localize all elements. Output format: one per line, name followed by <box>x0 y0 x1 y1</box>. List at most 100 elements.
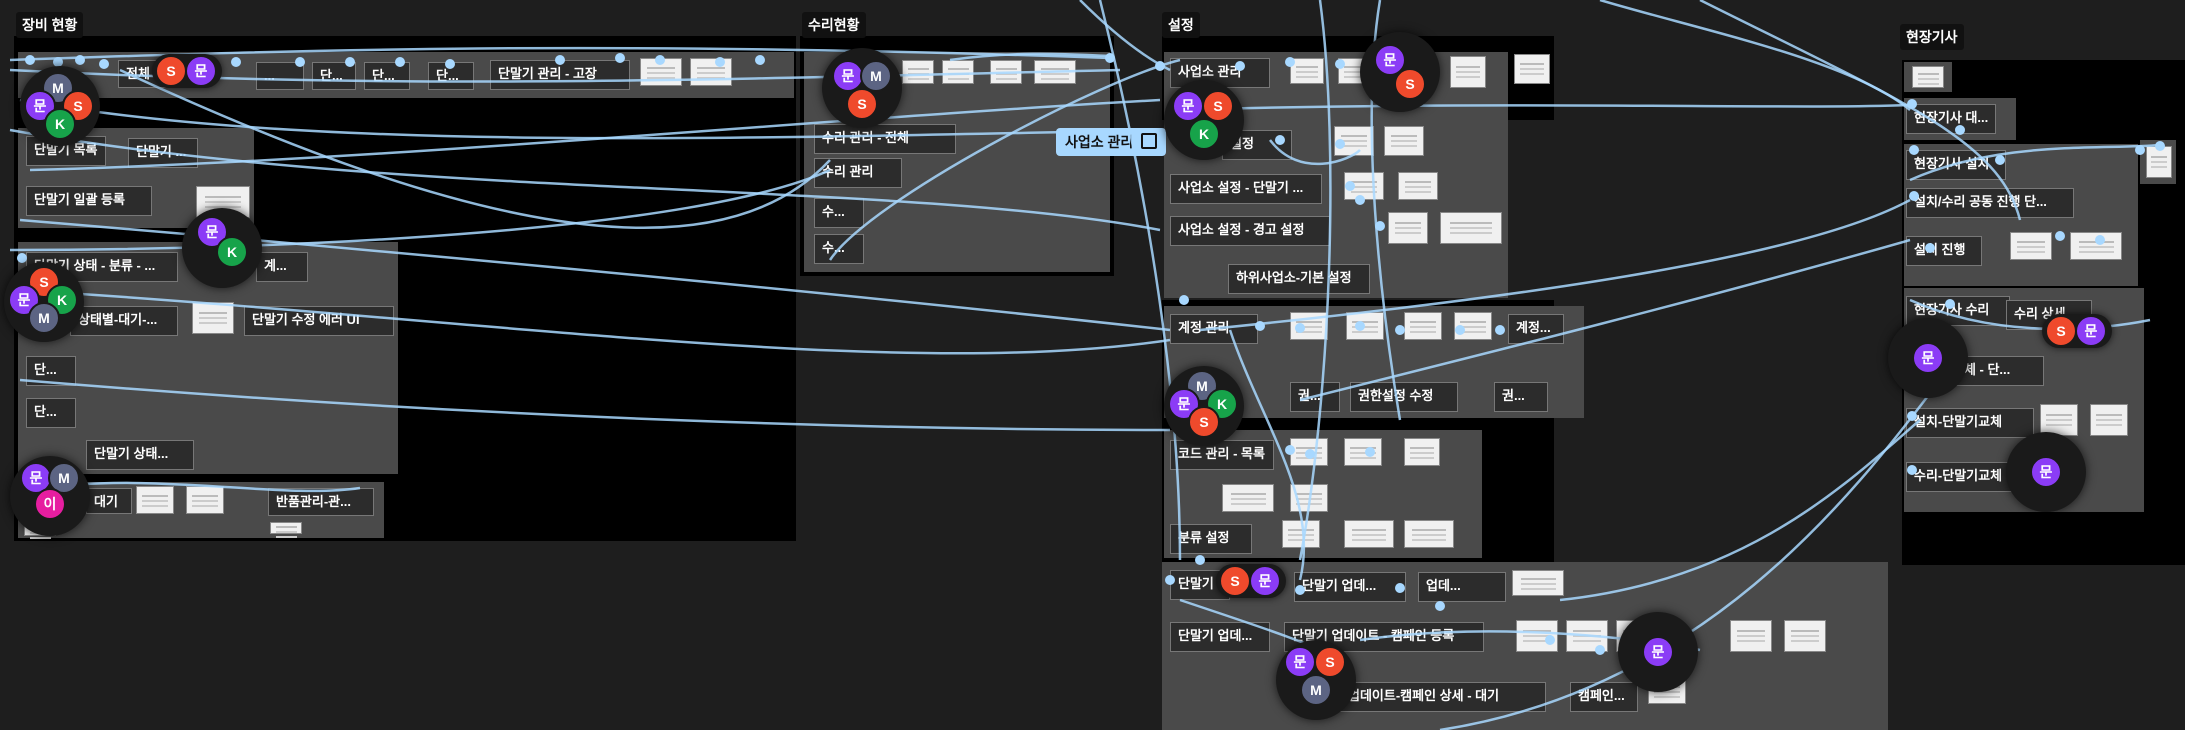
frame-repair-s2[interactable]: 수... <box>814 234 864 264</box>
frame-eq-2[interactable]: ... <box>256 62 304 90</box>
section-title-equipment[interactable]: 장비 현황 <box>16 12 84 38</box>
chip-biz-mgmt[interactable]: 사업소 관리 <box>1056 128 1167 156</box>
thumbnail[interactable] <box>1784 620 1826 652</box>
section-title-settings[interactable]: 설정 <box>1162 12 1200 38</box>
thumbnail[interactable] <box>1516 620 1558 652</box>
frame-repair-s1[interactable]: 수... <box>814 198 864 228</box>
section-title-repair[interactable]: 수리현황 <box>802 12 866 38</box>
avatar-cluster-eq-1[interactable]: M 문 S K <box>20 66 100 146</box>
avatar-cluster-settings-4[interactable]: 문 S M <box>1276 640 1356 720</box>
frame-eq-small-2[interactable]: 단... <box>26 398 76 428</box>
thumbnail[interactable] <box>1384 126 1424 156</box>
frame-settings-perm[interactable]: 권... <box>1290 382 1340 412</box>
frame-field-tech[interactable]: 현장기사 대... <box>1906 104 1996 134</box>
avatar-cluster-settings-2[interactable]: 문 S <box>1360 32 1440 112</box>
avatar-cluster-field-1[interactable]: 문 <box>1888 318 1968 398</box>
frame-eq-wait[interactable]: 대기 <box>86 488 132 514</box>
thumbnail[interactable] <box>1512 570 1564 596</box>
thumbnail[interactable] <box>942 60 974 84</box>
thumbnail[interactable] <box>1912 66 1944 88</box>
thumbnail[interactable] <box>1344 172 1384 200</box>
avatar-pill-field[interactable]: S 문 <box>2042 314 2112 348</box>
thumbnail[interactable] <box>1398 172 1438 200</box>
thumbnail[interactable] <box>270 522 302 534</box>
frame-eq-term[interactable]: 단말기 ... <box>128 138 198 168</box>
thumbnail[interactable] <box>192 302 234 334</box>
frame-settings-code[interactable]: 코드 관리 - 목록 <box>1170 440 1274 470</box>
frame-settings-perm-edit[interactable]: 권한설정 수정 <box>1350 382 1458 412</box>
thumbnail[interactable] <box>2070 232 2122 260</box>
thumbnail[interactable] <box>902 60 934 84</box>
frame-field-install-ing[interactable]: 설치 진행 <box>1906 236 1982 266</box>
frame-field-progress[interactable]: 설치/수리 공동 진행 단... <box>1906 188 2074 218</box>
frame-settings-upd-a[interactable]: 단말기 업데... <box>1294 572 1406 602</box>
thumbnail[interactable] <box>640 58 682 86</box>
thumbnail[interactable] <box>2010 232 2052 260</box>
thumbnail[interactable] <box>1730 620 1772 652</box>
thumbnail[interactable] <box>1222 484 1274 512</box>
frame-eq-3[interactable]: 단... <box>312 62 356 90</box>
thumbnail[interactable] <box>1404 520 1454 548</box>
thumbnail[interactable] <box>2090 404 2128 436</box>
frame-settings-sub-biz[interactable]: 하위사업소-기본 설정 <box>1228 264 1370 294</box>
thumbnail[interactable] <box>1034 60 1076 84</box>
design-canvas[interactable]: 장비 현황 수리현황 설정 현장기사 전체 ... 단... 단... 단...… <box>0 0 2185 730</box>
avatar-cluster-eq-2[interactable]: 문 K <box>182 208 262 288</box>
thumbnail[interactable] <box>1388 212 1428 244</box>
thumbnail[interactable] <box>1290 58 1324 84</box>
frame-repair-mgmt[interactable]: 수리 관리 <box>814 158 902 188</box>
thumbnail[interactable] <box>136 486 174 514</box>
frame-settings-class[interactable]: 분류 설정 <box>1170 524 1252 554</box>
thumbnail[interactable] <box>990 60 1022 84</box>
frame-eq-small-1[interactable]: 단... <box>26 356 76 386</box>
frame-eq-return[interactable]: 반품관리-관... <box>268 488 374 516</box>
thumbnail[interactable] <box>1514 54 1550 84</box>
avatar-pill-eq-top[interactable]: S 문 <box>152 54 222 88</box>
frame-settings-upd-b[interactable]: 업데... <box>1418 572 1506 602</box>
frame-repair-all[interactable]: 수리 관리 - 전체 <box>814 124 956 154</box>
frame-settings-perm2[interactable]: 권... <box>1494 382 1548 412</box>
thumbnail[interactable] <box>1440 212 1502 244</box>
frame-eq-4[interactable]: 단... <box>364 62 410 90</box>
frame-eq-status-2[interactable]: 단말기 상태... <box>86 440 194 470</box>
thumbnail[interactable] <box>690 58 732 86</box>
avatar-cluster-settings-5[interactable]: 문 <box>1618 612 1698 692</box>
avatar-cluster-settings-1[interactable]: 문 S K <box>1164 80 1244 160</box>
thumbnail[interactable] <box>1404 438 1440 466</box>
thumbnail[interactable] <box>1404 312 1442 340</box>
frame-settings-campaign[interactable]: 캠페인... <box>1570 682 1638 712</box>
avatar-cluster-eq-3[interactable]: S 문 K M <box>4 262 84 342</box>
frame-eq-ing[interactable]: 계... <box>256 252 308 282</box>
thumbnail[interactable] <box>1282 520 1320 548</box>
thumbnail[interactable] <box>1290 438 1328 466</box>
thumbnail[interactable] <box>1334 126 1374 156</box>
frame-eq-mgmt-broken[interactable]: 단말기 관리 - 고장 <box>490 60 630 90</box>
frame-field-replace-b[interactable]: 설치-단말기교체 <box>1906 408 2034 438</box>
avatar-cluster-field-2[interactable]: 문 <box>2006 432 2086 512</box>
frame-settings-biz-term[interactable]: 사업소 설정 - 단말기 ... <box>1170 174 1322 204</box>
avatar-cluster-eq-4[interactable]: 문 M 이 <box>10 456 90 536</box>
frame-eq-5[interactable]: 단... <box>428 62 474 90</box>
frame-settings-biz-warn[interactable]: 사업소 설정 - 경고 설정 <box>1170 216 1330 246</box>
frame-eq-bulk[interactable]: 단말기 일괄 등록 <box>26 186 152 216</box>
thumbnail[interactable] <box>1346 312 1384 340</box>
avatar-pill-settings[interactable]: S 문 <box>1216 564 1286 598</box>
thumbnail[interactable] <box>1450 56 1486 88</box>
frame-field-install[interactable]: 현장기사 설치 <box>1906 150 2006 180</box>
frame-settings-term-upd2[interactable]: 단말기 업데... <box>1170 622 1270 652</box>
thumbnail[interactable] <box>1344 438 1382 466</box>
frame-eq-status-wait[interactable]: 상태별-대기-... <box>70 306 178 336</box>
avatar-cluster-repair[interactable]: 문 M S <box>822 48 902 128</box>
frame-settings-campaign-wait[interactable]: 업데이트-캠페인 상세 - 대기 <box>1340 682 1546 712</box>
thumbnail[interactable] <box>2146 146 2172 178</box>
frame-settings-acct2[interactable]: 계정... <box>1508 314 1564 344</box>
thumbnail[interactable] <box>1566 620 1608 652</box>
thumbnail[interactable] <box>186 486 224 514</box>
frame-settings-acct[interactable]: 계정 관리 <box>1170 314 1258 344</box>
thumbnail[interactable] <box>1454 312 1492 340</box>
thumbnail[interactable] <box>1344 520 1394 548</box>
frame-eq-edit-error[interactable]: 단말기 수정 에러 UI <box>244 306 394 336</box>
section-title-field[interactable]: 현장기사 <box>1900 24 1964 50</box>
thumbnail[interactable] <box>1290 312 1328 340</box>
thumbnail[interactable] <box>1290 484 1328 512</box>
